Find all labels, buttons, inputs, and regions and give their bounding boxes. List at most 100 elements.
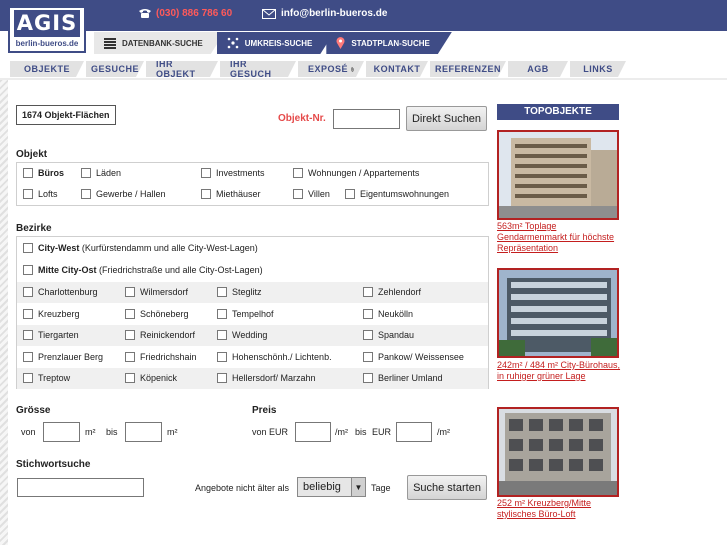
groesse-unit-1: m²: [85, 427, 96, 437]
checkbox[interactable]: [23, 189, 33, 199]
tab-umkreis-suche[interactable]: UMKREIS-SUCHE: [217, 32, 335, 54]
checkbox[interactable]: [345, 189, 355, 199]
objnr-input[interactable]: [333, 109, 400, 129]
option-bezirk[interactable]: Berliner Umland: [363, 373, 443, 383]
checkbox[interactable]: [201, 189, 211, 199]
checkbox[interactable]: [81, 168, 91, 178]
topobjekt-image-3[interactable]: [497, 407, 619, 497]
option-bezirk[interactable]: Prenzlauer Berg: [23, 351, 103, 362]
option-bezirk[interactable]: Schöneberg: [125, 308, 189, 319]
checkbox[interactable]: [217, 373, 227, 383]
option-bezirk[interactable]: Wedding: [217, 330, 267, 340]
option-bezirk[interactable]: Tiergarten: [23, 330, 79, 340]
option-investments[interactable]: Investments: [201, 168, 265, 178]
checkbox[interactable]: [201, 168, 211, 178]
stichwort-input[interactable]: [17, 478, 144, 497]
logo[interactable]: AGIS berlin-bueros.de: [8, 6, 86, 53]
checkbox[interactable]: [217, 308, 227, 319]
checkbox[interactable]: [217, 351, 227, 362]
option-gewerbe[interactable]: Gewerbe / Hallen: [81, 189, 166, 199]
age-select[interactable]: beliebig ▼: [297, 477, 366, 497]
nav-ihr-objekt[interactable]: IHR OBJEKT: [146, 61, 218, 77]
checkbox[interactable]: [217, 287, 227, 297]
direkt-suchen-button[interactable]: Direkt Suchen: [406, 106, 487, 131]
checkbox[interactable]: [363, 330, 373, 340]
option-bezirk[interactable]: Kreuzberg: [23, 308, 80, 319]
option-label: Köpenick: [140, 373, 178, 383]
topobjekt-link-1[interactable]: 563m² Toplage Gendarmenmarkt für höchste…: [497, 221, 622, 254]
checkbox[interactable]: [363, 308, 373, 319]
option-bezirk[interactable]: Hellersdorf/ Marzahn: [217, 373, 316, 383]
checkbox[interactable]: [125, 330, 135, 340]
tab-datenbank-suche[interactable]: DATENBANK-SUCHE: [94, 32, 225, 54]
option-eigentumswohnungen[interactable]: Eigentumswohnungen: [345, 189, 449, 199]
nav-objekte[interactable]: OBJEKTE: [10, 61, 84, 77]
checkbox[interactable]: [23, 351, 33, 362]
topobjekt-image-2[interactable]: [497, 268, 619, 358]
option-bezirk[interactable]: Friedrichshain: [125, 351, 197, 362]
checkbox[interactable]: [23, 330, 33, 340]
option-city-ost[interactable]: Mitte City-Ost (Friedrichstraße und alle…: [23, 265, 263, 275]
checkbox[interactable]: [293, 168, 303, 178]
checkbox[interactable]: [23, 265, 33, 275]
option-bezirk[interactable]: Steglitz: [217, 287, 262, 297]
option-bueros[interactable]: Büros: [23, 168, 64, 178]
checkbox[interactable]: [217, 330, 227, 340]
option-bezirk[interactable]: Köpenick: [125, 373, 177, 383]
checkbox[interactable]: [23, 287, 33, 297]
checkbox[interactable]: [81, 189, 91, 199]
checkbox[interactable]: [125, 308, 135, 319]
option-bezirk[interactable]: Neukölln: [363, 308, 413, 319]
option-bezirk[interactable]: Hohenschönh./ Lichtenb.: [217, 351, 332, 362]
checkbox[interactable]: [23, 373, 33, 383]
nav-kontakt[interactable]: KONTAKT: [366, 61, 428, 77]
groesse-bis-input[interactable]: [125, 422, 162, 442]
option-wohnungen[interactable]: Wohnungen / Appartements: [293, 168, 419, 178]
option-bezirk[interactable]: Pankow/ Weissensee: [363, 351, 464, 362]
checkbox[interactable]: [125, 373, 135, 383]
checkbox[interactable]: [23, 168, 33, 178]
option-label: Treptow: [38, 373, 71, 383]
topobjekt-link-2[interactable]: 242m² / 484 m² City-Bürohaus, in ruhiger…: [497, 360, 622, 382]
objekt-row: Büros Läden Investments Wohnungen / Appa…: [17, 163, 488, 184]
preis-von-input[interactable]: [295, 422, 331, 442]
contact-email[interactable]: info@berlin-bueros.de: [262, 8, 387, 19]
option-label: Charlottenburg: [38, 287, 98, 297]
option-bezirk[interactable]: Reinickendorf: [125, 330, 195, 340]
checkbox[interactable]: [23, 243, 33, 253]
option-bezirk[interactable]: Spandau: [363, 330, 414, 340]
option-bezirk[interactable]: Charlottenburg: [23, 287, 98, 297]
tab-stadtplan-suche[interactable]: STADTPLAN-SUCHE: [326, 32, 452, 54]
checkbox[interactable]: [363, 373, 373, 383]
preis-eur-label: EUR: [372, 427, 392, 437]
option-label: Kreuzberg: [38, 308, 80, 319]
option-bezirk[interactable]: Treptow: [23, 373, 70, 383]
suche-starten-button[interactable]: Suche starten: [407, 475, 487, 500]
checkbox[interactable]: [125, 351, 135, 362]
option-laeden[interactable]: Läden: [81, 168, 121, 178]
checkbox[interactable]: [363, 351, 373, 362]
checkbox[interactable]: [293, 189, 303, 199]
checkbox[interactable]: [23, 308, 33, 319]
option-bezirk[interactable]: Wilmersdorf: [125, 287, 188, 297]
nav-gesuche[interactable]: GESUCHE: [86, 61, 144, 77]
checkbox[interactable]: [363, 287, 373, 297]
option-bezirk[interactable]: Tempelhof: [217, 308, 274, 319]
checkbox[interactable]: [125, 287, 135, 297]
option-city-west[interactable]: City-West (Kurfürstendamm und alle City-…: [23, 243, 258, 253]
nav-expose[interactable]: EXPOSÉ: [298, 61, 364, 77]
option-miethaeuser[interactable]: Miethäuser: [201, 189, 261, 199]
option-lofts[interactable]: Lofts: [23, 189, 58, 199]
nav-ihr-gesuch[interactable]: IHR GESUCH: [220, 61, 296, 77]
option-bezirk[interactable]: Zehlendorf: [363, 287, 421, 297]
topobjekt-image-1[interactable]: [497, 130, 619, 220]
nav-links[interactable]: LINKS: [570, 61, 626, 77]
nav-agb[interactable]: AGB: [508, 61, 568, 77]
nav-referenzen[interactable]: REFERENZEN: [430, 61, 506, 77]
chevron-down-icon[interactable]: ▼: [351, 478, 365, 496]
topobjekt-link-3[interactable]: 252 m² Kreuzberg/Mitte stylisches Büro-L…: [497, 498, 622, 520]
option-villen[interactable]: Villen: [293, 189, 330, 199]
preis-bis-input[interactable]: [396, 422, 432, 442]
groesse-von-input[interactable]: [43, 422, 80, 442]
option-description: (Friedrichstraße und alle City-Ost-Lagen…: [99, 265, 263, 275]
